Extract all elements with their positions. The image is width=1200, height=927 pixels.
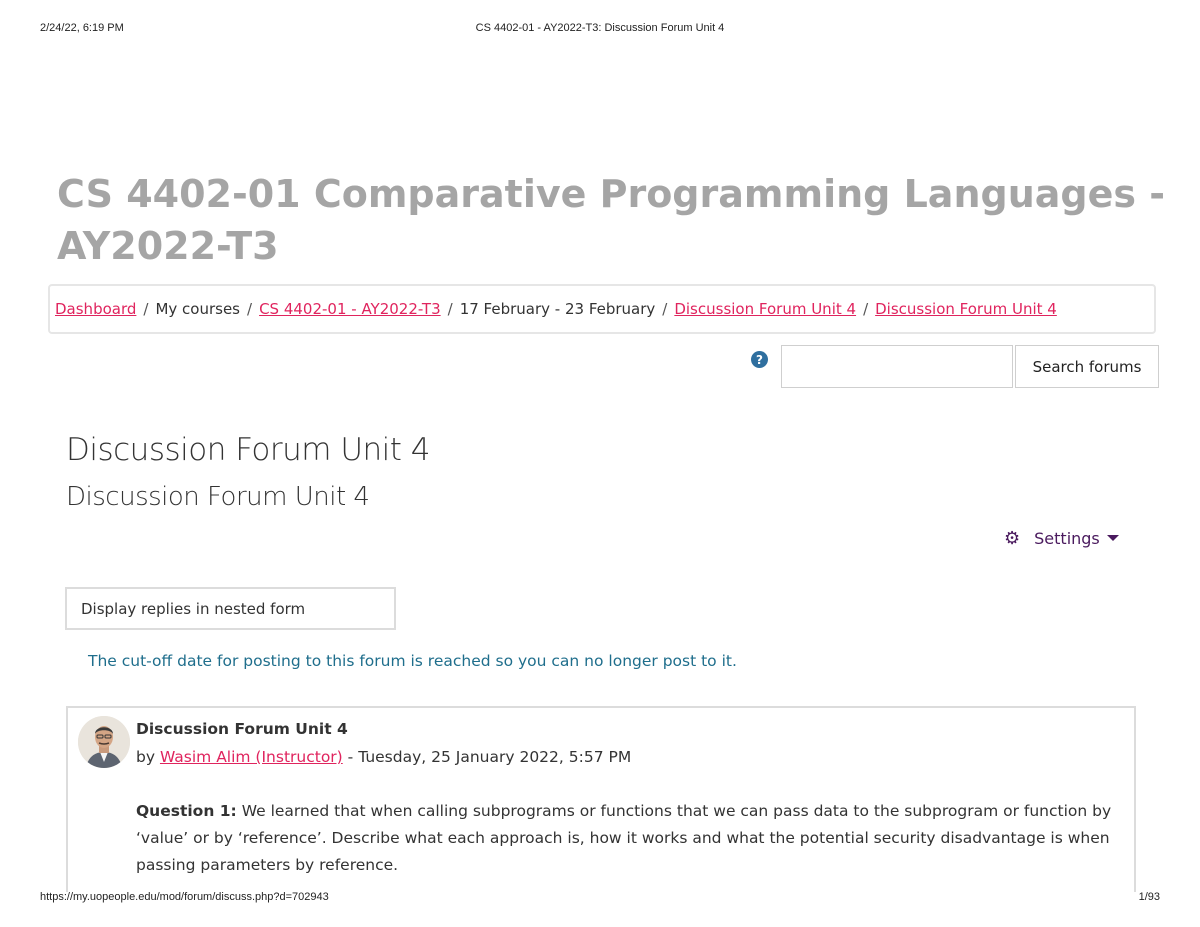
breadcrumb-separator: /: [863, 300, 869, 318]
avatar-image: [78, 716, 130, 768]
print-footer: https://my.uopeople.edu/mod/forum/discus…: [40, 891, 1160, 907]
post-author-link[interactable]: Wasim Alim (Instructor): [160, 748, 343, 766]
search-forums-button[interactable]: Search forums: [1015, 345, 1159, 388]
display-mode-select[interactable]: Display replies in nested form: [65, 587, 396, 630]
course-title: CS 4402-01 Comparative Programming Langu…: [57, 172, 1165, 268]
breadcrumb-forum[interactable]: Discussion Forum Unit 4: [674, 300, 856, 318]
breadcrumb-separator: /: [447, 300, 453, 318]
forum-heading: Discussion Forum Unit 4: [66, 432, 431, 468]
breadcrumb-separator: /: [143, 300, 149, 318]
settings-label: Settings: [1034, 528, 1100, 548]
breadcrumb: Dashboard / My courses / CS 4402-01 - AY…: [48, 284, 1156, 334]
post-subject: Discussion Forum Unit 4: [136, 720, 348, 738]
search-forums-input[interactable]: [781, 345, 1013, 388]
breadcrumb-separator: /: [662, 300, 668, 318]
breadcrumb-course[interactable]: CS 4402-01 - AY2022-T3: [259, 300, 441, 318]
settings-menu-button[interactable]: ⚙ Settings: [1004, 527, 1134, 549]
by-prefix: by: [136, 748, 156, 766]
print-page-number: 1/93: [1138, 891, 1160, 903]
forum-post: Discussion Forum Unit 4 by Wasim Alim (I…: [66, 706, 1136, 892]
breadcrumb-separator: /: [247, 300, 253, 318]
post-body: Question 1: We learned that when calling…: [136, 798, 1124, 879]
breadcrumb-my-courses: My courses: [155, 300, 240, 318]
post-byline: by Wasim Alim (Instructor) - Tuesday, 25…: [136, 748, 631, 766]
print-url: https://my.uopeople.edu/mod/forum/discus…: [40, 891, 329, 903]
date-separator: -: [347, 748, 354, 766]
breadcrumb-discussion[interactable]: Discussion Forum Unit 4: [875, 300, 1057, 318]
breadcrumb-dashboard[interactable]: Dashboard: [55, 300, 136, 318]
print-page-title: CS 4402-01 - AY2022-T3: Discussion Forum…: [475, 22, 725, 34]
print-header: 2/24/22, 6:19 PM CS 4402-01 - AY2022-T3:…: [40, 22, 1160, 38]
avatar[interactable]: [78, 716, 130, 768]
post-date: Tuesday, 25 January 2022, 5:57 PM: [358, 748, 632, 766]
question-label: Question 1:: [136, 802, 237, 820]
cutoff-notice: The cut-off date for posting to this for…: [88, 652, 737, 670]
caret-down-icon: [1106, 535, 1119, 541]
discussion-heading: Discussion Forum Unit 4: [66, 482, 370, 512]
gear-icon: ⚙: [1004, 527, 1021, 549]
question-text: We learned that when calling subprograms…: [136, 802, 1112, 874]
breadcrumb-week: 17 February - 23 February: [459, 300, 656, 318]
question-circle-icon[interactable]: ?: [751, 351, 768, 368]
